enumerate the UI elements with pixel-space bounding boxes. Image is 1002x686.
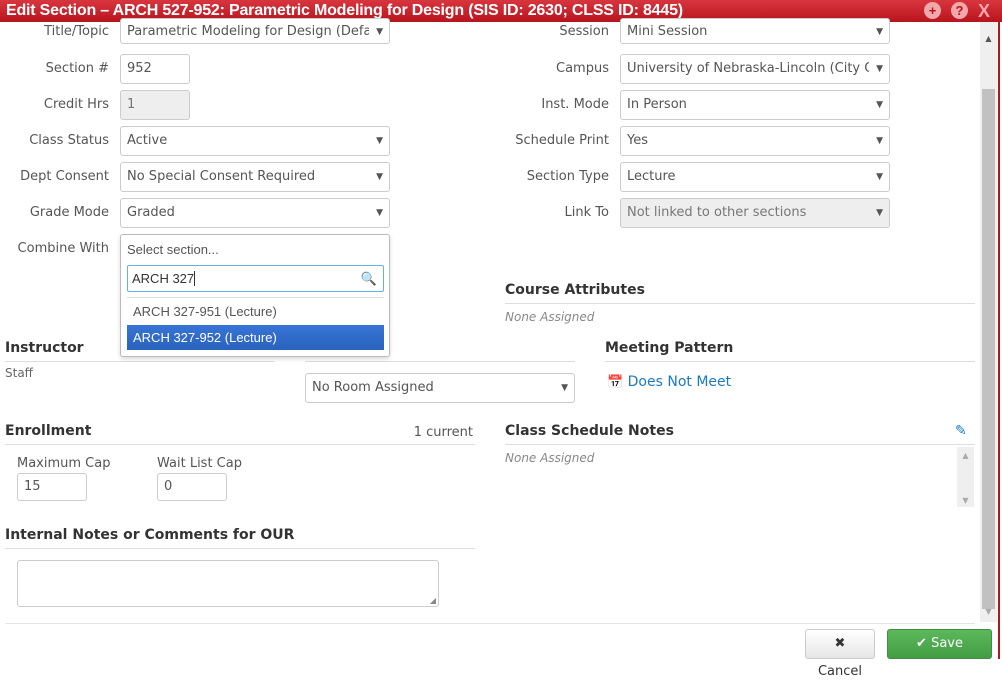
section-number-input[interactable]: 952: [120, 54, 190, 84]
class-status-value: Active: [127, 133, 168, 148]
room-select[interactable]: No Room Assigned ▼: [305, 373, 575, 403]
dept-consent-label: Dept Consent: [20, 169, 109, 184]
inst-mode-label: Inst. Mode: [541, 97, 609, 112]
question-circle-icon[interactable]: ?: [951, 2, 968, 19]
chevron-down-icon: ▼: [876, 27, 883, 37]
combine-with-label: Combine With: [17, 241, 109, 256]
scroll-down-arrow-icon[interactable]: ▼: [957, 496, 974, 505]
room-value: No Room Assigned: [312, 380, 434, 395]
checkmark-icon: ✔: [916, 636, 927, 651]
maximum-cap-label: Maximum Cap: [17, 456, 111, 471]
chevron-down-icon: ▼: [376, 136, 383, 146]
session-value: Mini Session: [627, 24, 708, 39]
chevron-down-icon: ▼: [561, 383, 568, 393]
dialog-scrollbar[interactable]: ▲ ▼: [980, 22, 997, 622]
close-icon[interactable]: X: [978, 2, 992, 20]
combine-with-search-input[interactable]: ARCH 327 🔍: [127, 265, 384, 292]
footer-divider: [5, 623, 975, 624]
credit-hrs-label: Credit Hrs: [43, 97, 109, 112]
scroll-thumb[interactable]: [982, 89, 995, 609]
link-to-value: Not linked to other sections: [627, 205, 807, 220]
save-section-button[interactable]: ✔ Save Section: [887, 629, 992, 679]
titlebar-actions: + ? X: [924, 2, 992, 20]
cancel-button[interactable]: ✖ Cancel: [805, 629, 875, 679]
inst-mode-select[interactable]: In Person ▼: [620, 90, 890, 120]
campus-value: University of Nebraska-Lincoln (City Cam: [627, 61, 869, 76]
notes-scrollbar[interactable]: ▲ ▼: [957, 447, 974, 507]
dropdown-divider: [127, 297, 384, 298]
resize-grip-icon[interactable]: ◢: [430, 596, 436, 605]
inst-mode-value: In Person: [627, 97, 687, 112]
wait-list-cap-input[interactable]: 0: [157, 473, 227, 501]
window-edge: [998, 22, 1002, 659]
combine-option[interactable]: ARCH 327-951 (Lecture): [127, 299, 384, 324]
campus-label: Campus: [556, 61, 609, 76]
course-attributes-heading: Course Attributes: [505, 282, 975, 304]
meeting-pattern-heading: Meeting Pattern: [605, 340, 975, 362]
enrollment-current: 1 current: [413, 425, 473, 440]
chevron-down-icon: ▼: [876, 136, 883, 146]
instructor-value: Staff: [5, 366, 33, 380]
schedule-print-value: Yes: [627, 133, 648, 148]
grade-mode-select[interactable]: Graded ▼: [120, 198, 390, 228]
x-icon: ✖: [834, 636, 846, 651]
section-type-label: Section Type: [526, 169, 609, 184]
chevron-down-icon: ▼: [876, 172, 883, 182]
credit-hrs-input: 1: [120, 90, 190, 120]
dept-consent-value: No Special Consent Required: [127, 169, 316, 184]
search-text: ARCH 327: [132, 271, 195, 286]
meeting-pattern-link[interactable]: 📅 Does Not Meet: [607, 374, 731, 390]
combine-with-dropdown[interactable]: Select section... ARCH 327 🔍 ARCH 327-95…: [120, 234, 390, 357]
class-schedule-notes-heading: Class Schedule Notes: [505, 423, 975, 445]
chevron-down-icon: ▼: [376, 208, 383, 218]
class-schedule-notes-value: None Assigned: [505, 451, 595, 465]
dept-consent-select[interactable]: No Special Consent Required ▼: [120, 162, 390, 192]
text-cursor: [194, 271, 196, 286]
scroll-up-arrow-icon[interactable]: ▲: [957, 451, 974, 460]
session-label: Session: [559, 24, 609, 39]
class-status-label: Class Status: [29, 133, 109, 148]
session-select[interactable]: Mini Session ▼: [620, 18, 890, 44]
chevron-down-icon: ▼: [876, 208, 883, 218]
meeting-pattern-link-text: Does Not Meet: [627, 374, 732, 390]
plus-circle-icon[interactable]: +: [924, 2, 941, 19]
grade-mode-label: Grade Mode: [29, 205, 109, 220]
scroll-down-arrow-icon[interactable]: ▼: [980, 603, 997, 620]
schedule-print-label: Schedule Print: [515, 133, 609, 148]
combine-option-selected[interactable]: ARCH 327-952 (Lecture): [127, 325, 384, 350]
title-topic-label: Title/Topic: [44, 24, 109, 39]
cancel-button-label: Cancel: [817, 664, 863, 679]
section-number-label: Section #: [45, 61, 109, 76]
search-icon: 🔍: [360, 271, 377, 286]
title-topic-value: Parametric Modeling for Design (Default: [127, 24, 369, 39]
chevron-down-icon: ▼: [376, 27, 383, 37]
wait-list-cap-label: Wait List Cap: [157, 456, 242, 471]
section-type-select[interactable]: Lecture ▼: [620, 162, 890, 192]
class-status-select[interactable]: Active ▼: [120, 126, 390, 156]
pencil-icon[interactable]: ✎: [955, 423, 967, 439]
title-topic-select[interactable]: Parametric Modeling for Design (Default ▼: [120, 18, 390, 44]
scroll-up-arrow-icon[interactable]: ▲: [980, 30, 997, 47]
calendar-icon: 📅: [607, 375, 624, 390]
internal-notes-textarea[interactable]: ◢: [17, 560, 439, 607]
section-type-value: Lecture: [627, 169, 676, 184]
schedule-print-select[interactable]: Yes ▼: [620, 126, 890, 156]
chevron-down-icon: ▼: [876, 100, 883, 110]
link-to-select: Not linked to other sections ▼: [620, 198, 890, 228]
chevron-down-icon: ▼: [876, 64, 883, 74]
link-to-label: Link To: [564, 205, 609, 220]
dialog-title: Edit Section – ARCH 527-952: Parametric …: [6, 2, 683, 19]
maximum-cap-input[interactable]: 15: [17, 473, 87, 501]
grade-mode-value: Graded: [127, 205, 175, 220]
course-attributes-value: None Assigned: [505, 310, 595, 324]
combine-with-placeholder[interactable]: Select section...: [127, 242, 219, 257]
chevron-down-icon: ▼: [376, 172, 383, 182]
campus-select[interactable]: University of Nebraska-Lincoln (City Cam…: [620, 54, 890, 84]
internal-notes-heading: Internal Notes or Comments for OUR: [5, 527, 475, 549]
